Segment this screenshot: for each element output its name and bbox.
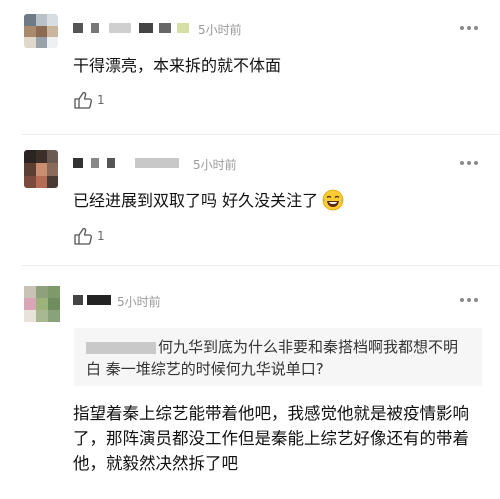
timestamp: 5小时前 — [193, 158, 237, 172]
username[interactable] — [73, 155, 189, 171]
avatar[interactable] — [24, 150, 58, 188]
like-count: 1 — [97, 229, 105, 243]
like-count: 1 — [97, 93, 105, 107]
more-options-icon[interactable] — [460, 161, 478, 167]
comment-text: 已经进展到双取了吗 好久没关注了 — [73, 189, 344, 212]
quoted-reply[interactable]: 何九华到底为什么非要和秦搭档啊我都想不明白 秦一堆综艺的时候何九华说单口? — [74, 328, 482, 386]
thumbs-up-icon — [74, 227, 92, 245]
timestamp: 5小时前 — [117, 295, 161, 309]
timestamp: 5小时前 — [198, 23, 242, 37]
comment-item: 5小时前 何九华到底为什么非要和秦搭档啊我都想不明白 秦一堆综艺的时候何九华说单… — [0, 266, 500, 499]
username[interactable] — [73, 20, 193, 36]
comment-text: 干得漂亮，本来拆的就不体面 — [73, 56, 282, 75]
more-options-icon[interactable] — [460, 26, 478, 32]
avatar[interactable] — [24, 286, 60, 322]
username[interactable] — [73, 292, 113, 308]
avatar[interactable] — [24, 14, 58, 48]
thumbs-up-icon — [74, 91, 92, 109]
like-button[interactable]: 1 — [73, 90, 105, 110]
comment-feed: 5小时前 干得漂亮，本来拆的就不体面 1 5小时前 已经进展到双取了吗 好久没关… — [0, 0, 500, 499]
comment-text: 指望着秦上综艺能带着他吧，我感觉他就是被疫情影响了，那阵演员都没工作但是秦能上综… — [73, 404, 469, 473]
like-button[interactable]: 1 — [73, 226, 105, 246]
comment-text-body: 已经进展到双取了吗 好久没关注了 — [73, 191, 319, 210]
comment-item: 5小时前 已经进展到双取了吗 好久没关注了 1 — [0, 135, 500, 265]
quoted-username — [86, 341, 156, 354]
more-options-icon[interactable] — [460, 298, 478, 304]
laughing-tears-emoji-icon — [322, 189, 344, 211]
comment-item: 5小时前 干得漂亮，本来拆的就不体面 1 — [0, 0, 500, 134]
